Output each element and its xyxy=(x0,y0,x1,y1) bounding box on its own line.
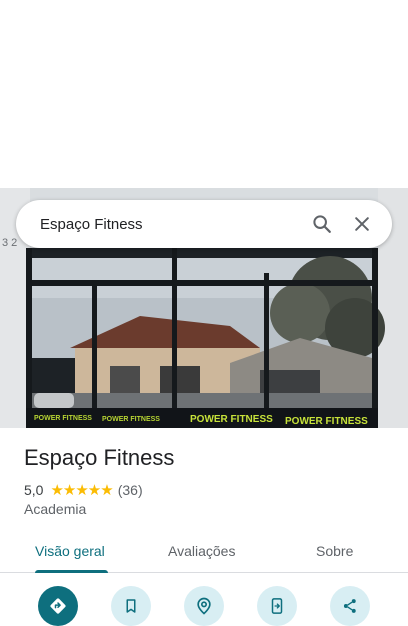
share-button[interactable] xyxy=(330,586,370,626)
svg-text:3 2: 3 2 xyxy=(2,237,17,249)
search-bar[interactable]: Espaço Fitness xyxy=(16,200,392,248)
bookmark-icon xyxy=(126,599,136,613)
rating-value: 5,0 xyxy=(24,482,44,498)
search-input[interactable]: Espaço Fitness xyxy=(40,216,302,233)
close-button[interactable] xyxy=(342,204,382,244)
send-to-phone-button[interactable] xyxy=(257,586,297,626)
share-icon xyxy=(343,599,356,613)
svg-text:POWER FITNESS: POWER FITNESS xyxy=(285,416,368,427)
close-icon xyxy=(355,217,369,231)
star-rating-icon: ★★★★★ xyxy=(50,482,113,499)
review-count[interactable]: (36) xyxy=(118,482,143,498)
tab-overview[interactable]: Visão geral xyxy=(35,530,105,572)
place-category: Academia xyxy=(24,501,87,517)
nearby-icon xyxy=(197,597,211,615)
tab-bar: Visão geral Avaliações Sobre xyxy=(0,530,408,573)
place-title: Espaço Fitness xyxy=(24,445,175,470)
rating-row[interactable]: 5,0 ★★★★★ (36) xyxy=(24,481,143,499)
action-buttons xyxy=(0,586,408,626)
save-button[interactable] xyxy=(111,586,151,626)
send-to-phone-icon xyxy=(271,598,283,614)
svg-text:POWER FITNESS: POWER FITNESS xyxy=(102,416,160,423)
directions-icon xyxy=(50,598,66,614)
tab-reviews[interactable]: Avaliações xyxy=(168,530,235,572)
active-tab-indicator xyxy=(35,570,108,573)
nearby-button[interactable] xyxy=(184,586,224,626)
svg-text:POWER FITNESS: POWER FITNESS xyxy=(34,415,92,422)
search-button[interactable] xyxy=(302,204,342,244)
search-icon xyxy=(313,215,331,233)
svg-text:POWER FITNESS: POWER FITNESS xyxy=(190,414,273,425)
tab-about[interactable]: Sobre xyxy=(316,530,353,572)
directions-button[interactable] xyxy=(38,586,78,626)
